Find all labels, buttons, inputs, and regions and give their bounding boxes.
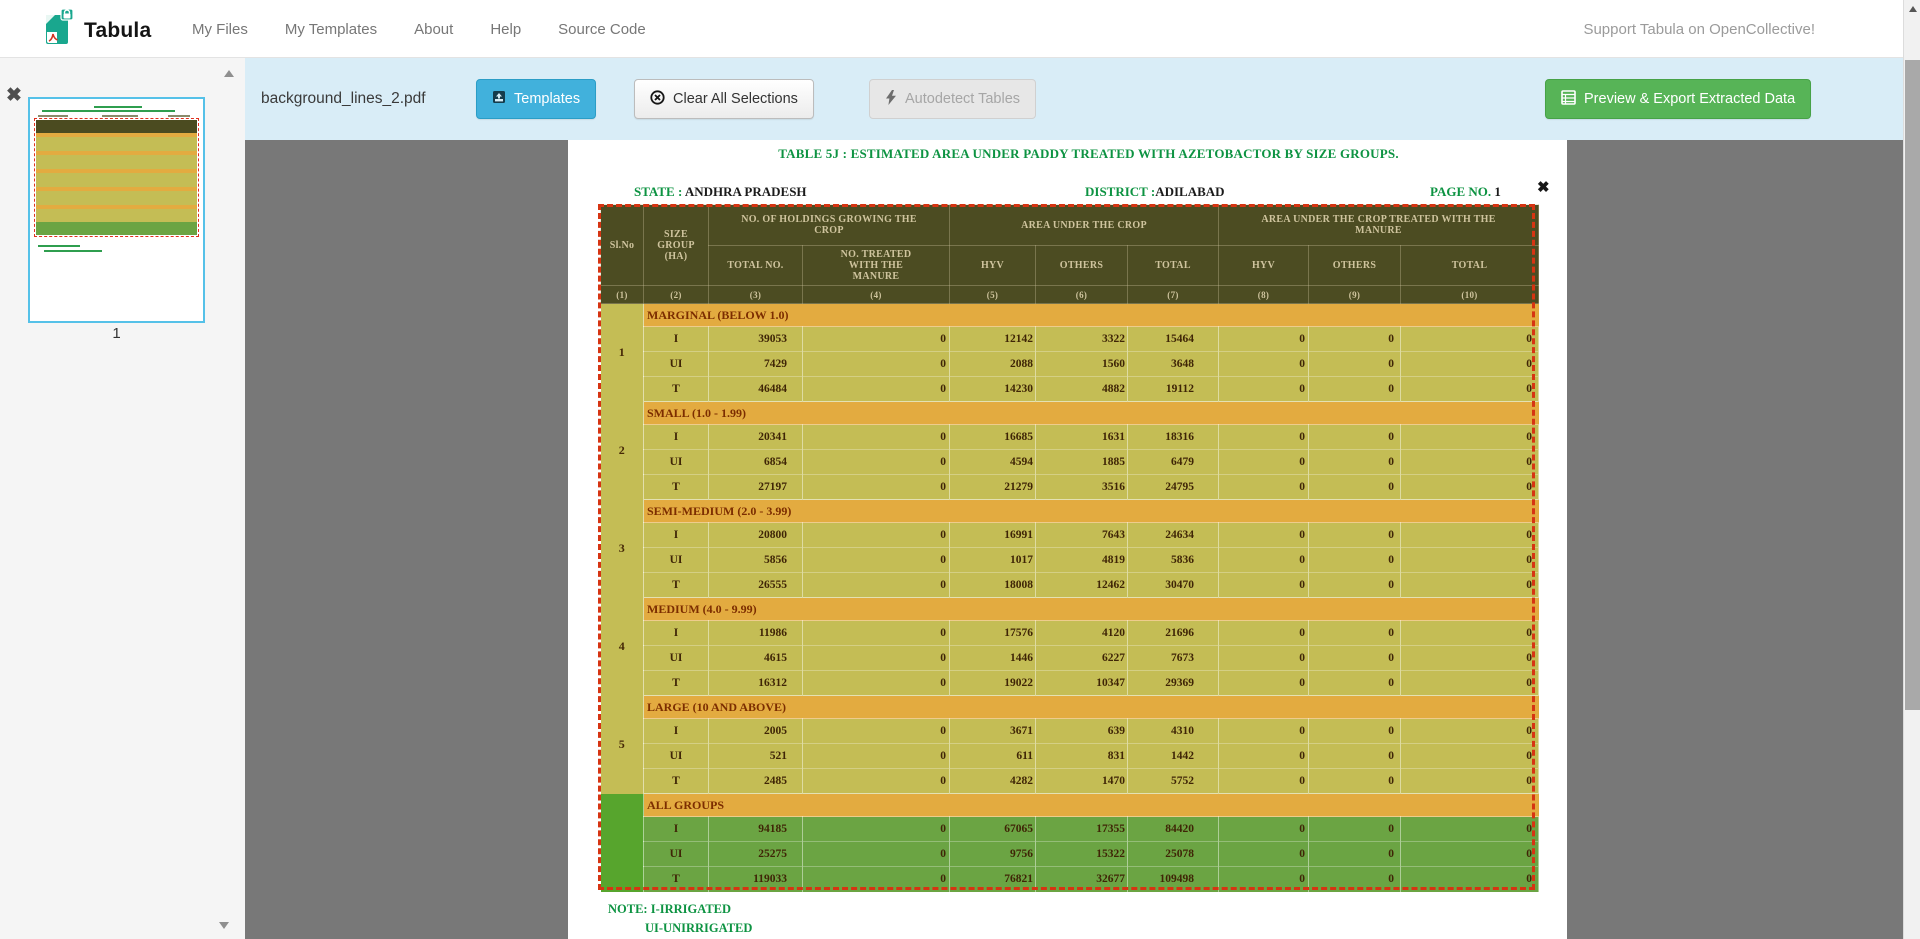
district-field: DISTRICT :ADILABAD xyxy=(1085,184,1225,200)
thumb-table-header xyxy=(36,120,197,133)
circle-x-icon xyxy=(650,90,665,109)
toolbar: background_lines_2.pdf Templates Clear A… xyxy=(245,58,1903,140)
clear-all-selections-button[interactable]: Clear All Selections xyxy=(634,79,814,119)
nav-item-help[interactable]: Help xyxy=(490,21,521,38)
state-field: STATE : ANDHRA PRADESH xyxy=(634,184,807,200)
templates-icon xyxy=(492,90,506,108)
support-link[interactable]: Support Tabula on OpenCollective! xyxy=(1583,0,1815,58)
brand[interactable]: Tabula xyxy=(44,8,151,53)
autodetect-tables-label: Autodetect Tables xyxy=(905,91,1020,107)
brand-title: Tabula xyxy=(84,19,151,43)
thumb-meta-line xyxy=(102,115,138,117)
thumb-title-line xyxy=(94,106,142,108)
thumb-title-line xyxy=(42,110,175,112)
page-no-field: PAGE NO. 1 xyxy=(1430,184,1501,200)
filename-label: background_lines_2.pdf xyxy=(261,58,426,140)
page-thumbnail[interactable] xyxy=(28,97,205,323)
tabula-logo-icon xyxy=(44,8,74,53)
navbar: Tabula My Files My Templates About Help … xyxy=(0,0,1903,58)
nav-item-my-templates[interactable]: My Templates xyxy=(285,21,377,38)
templates-label: Templates xyxy=(514,91,580,107)
nav-item-my-files[interactable]: My Files xyxy=(192,21,248,38)
window-scrollbar[interactable] xyxy=(1903,0,1920,939)
page-number-label: 1 xyxy=(28,325,205,342)
page-no-label: PAGE NO. xyxy=(1430,184,1491,199)
sidebar-scroll-up-icon[interactable] xyxy=(224,70,234,77)
selection-box[interactable] xyxy=(598,204,1535,890)
thumb-meta-line xyxy=(168,115,190,117)
selection-delete-button[interactable]: ✖ xyxy=(1537,178,1550,196)
nav-item-about[interactable]: About xyxy=(414,21,453,38)
scrollbar-up-icon[interactable] xyxy=(1904,0,1920,17)
clear-all-selections-label: Clear All Selections xyxy=(673,91,798,107)
pdf-page[interactable]: TABLE 5J : ESTIMATED AREA UNDER PADDY TR… xyxy=(568,140,1567,939)
scrollbar-thumb[interactable] xyxy=(1905,60,1920,710)
remove-page-icon[interactable]: ✖ xyxy=(6,86,22,105)
templates-button[interactable]: Templates xyxy=(476,79,596,119)
document-area: TABLE 5J : ESTIMATED AREA UNDER PADDY TR… xyxy=(245,140,1903,939)
table-list-icon xyxy=(1561,90,1576,109)
district-value: ADILABAD xyxy=(1155,184,1224,199)
autodetect-tables-button[interactable]: Autodetect Tables xyxy=(869,79,1036,119)
pdf-table-title: TABLE 5J : ESTIMATED AREA UNDER PADDY TR… xyxy=(568,146,1567,162)
thumb-meta-line xyxy=(38,115,68,117)
thumbnail-selection-box xyxy=(34,118,199,237)
preview-export-button[interactable]: Preview & Export Extracted Data xyxy=(1545,79,1811,119)
district-label: DISTRICT : xyxy=(1085,184,1155,199)
page-no-value: 1 xyxy=(1494,184,1501,199)
sidebar-scroll-down-icon[interactable] xyxy=(219,922,229,929)
note-line-2: UI-UNIRRIGATED xyxy=(645,921,752,936)
sidebar: ✖ 1 xyxy=(0,58,245,939)
nav-links: My Files My Templates About Help Source … xyxy=(192,0,646,58)
note-line-1: NOTE: I-IRRIGATED xyxy=(608,902,731,917)
state-value: ANDHRA PRADESH xyxy=(685,184,807,199)
thumb-note-line xyxy=(38,245,80,247)
preview-export-label: Preview & Export Extracted Data xyxy=(1584,91,1795,107)
thumb-note-line xyxy=(44,250,102,252)
nav-item-source-code[interactable]: Source Code xyxy=(558,21,646,38)
thumb-table-body xyxy=(36,133,197,223)
state-label: STATE : xyxy=(634,184,682,199)
thumb-table-footer xyxy=(36,222,197,235)
lightning-icon xyxy=(885,90,897,109)
